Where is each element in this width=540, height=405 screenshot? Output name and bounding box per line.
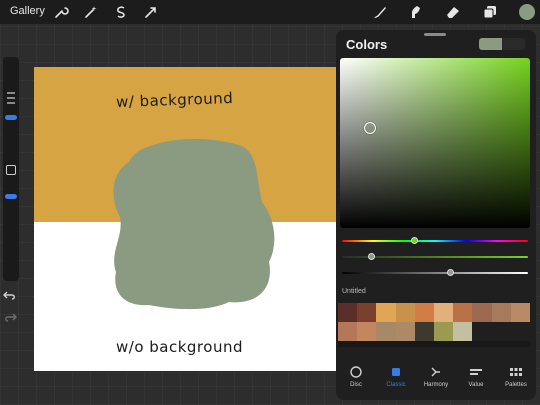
palette-swatch[interactable]: [376, 303, 396, 322]
palette-swatch[interactable]: [357, 303, 377, 322]
smudge-icon[interactable]: [407, 4, 423, 20]
tab-harmony[interactable]: Harmony: [416, 363, 456, 397]
current-color-swatch[interactable]: [479, 38, 502, 50]
classic-square-icon: [389, 365, 403, 379]
brightness-slider-knob[interactable]: [447, 269, 454, 276]
opacity-slider[interactable]: [5, 194, 17, 199]
palette-swatch[interactable]: [510, 322, 530, 341]
colors-panel: Colors Untitled Disc Classic Harmony Val…: [336, 30, 536, 400]
wrench-icon[interactable]: [53, 4, 69, 20]
palette-swatch[interactable]: [338, 322, 358, 341]
palettes-grid-icon: [509, 365, 523, 379]
palette-swatch[interactable]: [357, 322, 377, 341]
drawing-canvas[interactable]: w/ background w/o background: [34, 67, 336, 371]
selection-icon[interactable]: [113, 4, 129, 20]
palette-swatch[interactable]: [395, 303, 415, 322]
palette-swatch[interactable]: [395, 322, 415, 341]
value-sliders-icon: [469, 365, 483, 379]
palette-swatch[interactable]: [510, 303, 530, 322]
paint-blob: [113, 139, 275, 310]
hue-slider[interactable]: [342, 240, 528, 242]
palette-swatch[interactable]: [376, 322, 396, 341]
brush-size-tick: [7, 92, 15, 94]
modify-button[interactable]: [6, 165, 16, 175]
palette-grid: [338, 303, 530, 347]
transform-icon[interactable]: [143, 4, 159, 20]
palette-swatch[interactable]: [414, 322, 434, 341]
palette-swatch[interactable]: [491, 303, 511, 322]
canvas-text-bottom: w/o background: [116, 338, 243, 356]
panel-title: Colors: [346, 37, 388, 52]
palette-swatch[interactable]: [472, 303, 492, 322]
tab-label: Palettes: [505, 382, 527, 388]
harmony-icon: [429, 365, 443, 379]
color-comparison[interactable]: [479, 38, 525, 50]
palette-swatch[interactable]: [433, 322, 454, 341]
palette-swatch[interactable]: [338, 303, 358, 322]
palette-swatch[interactable]: [414, 303, 434, 322]
tab-value[interactable]: Value: [456, 363, 496, 397]
palette-swatch[interactable]: [491, 322, 511, 341]
palette-swatch[interactable]: [453, 303, 473, 322]
brush-size-tick: [7, 97, 15, 99]
tab-label: Classic: [386, 382, 406, 388]
color-mode-tabs: Disc Classic Harmony Value Palettes: [336, 363, 536, 397]
tab-label: Value: [468, 382, 484, 388]
eraser-icon[interactable]: [445, 4, 461, 20]
current-color-button[interactable]: [519, 4, 535, 20]
tab-label: Harmony: [423, 382, 449, 388]
layers-icon[interactable]: [482, 4, 498, 20]
redo-icon[interactable]: [3, 310, 17, 322]
brush-size-slider[interactable]: [5, 115, 17, 120]
left-sidebar: [3, 57, 19, 281]
gallery-button[interactable]: Gallery: [10, 5, 45, 17]
tab-disc[interactable]: Disc: [336, 363, 376, 397]
palette-swatch[interactable]: [472, 322, 492, 341]
saturation-brightness-picker[interactable]: [340, 58, 530, 228]
disc-icon: [349, 365, 363, 379]
magic-wand-icon[interactable]: [83, 4, 99, 20]
panel-grabber[interactable]: [424, 33, 446, 36]
tab-palettes[interactable]: Palettes: [496, 363, 536, 397]
hue-slider-knob[interactable]: [411, 237, 418, 244]
palette-name: Untitled: [342, 288, 366, 295]
saturation-slider-knob[interactable]: [368, 253, 375, 260]
top-toolbar: Gallery: [0, 0, 540, 24]
brightness-slider[interactable]: [342, 272, 528, 274]
brush-size-tick: [7, 102, 15, 104]
tab-label: Disc: [350, 382, 362, 388]
undo-icon[interactable]: [3, 288, 17, 300]
tab-classic[interactable]: Classic: [376, 363, 416, 397]
previous-color-swatch[interactable]: [502, 38, 525, 50]
brush-icon[interactable]: [372, 4, 388, 20]
picker-handle[interactable]: [364, 122, 376, 134]
palette-swatch[interactable]: [453, 322, 473, 341]
palette-swatch[interactable]: [433, 303, 454, 322]
